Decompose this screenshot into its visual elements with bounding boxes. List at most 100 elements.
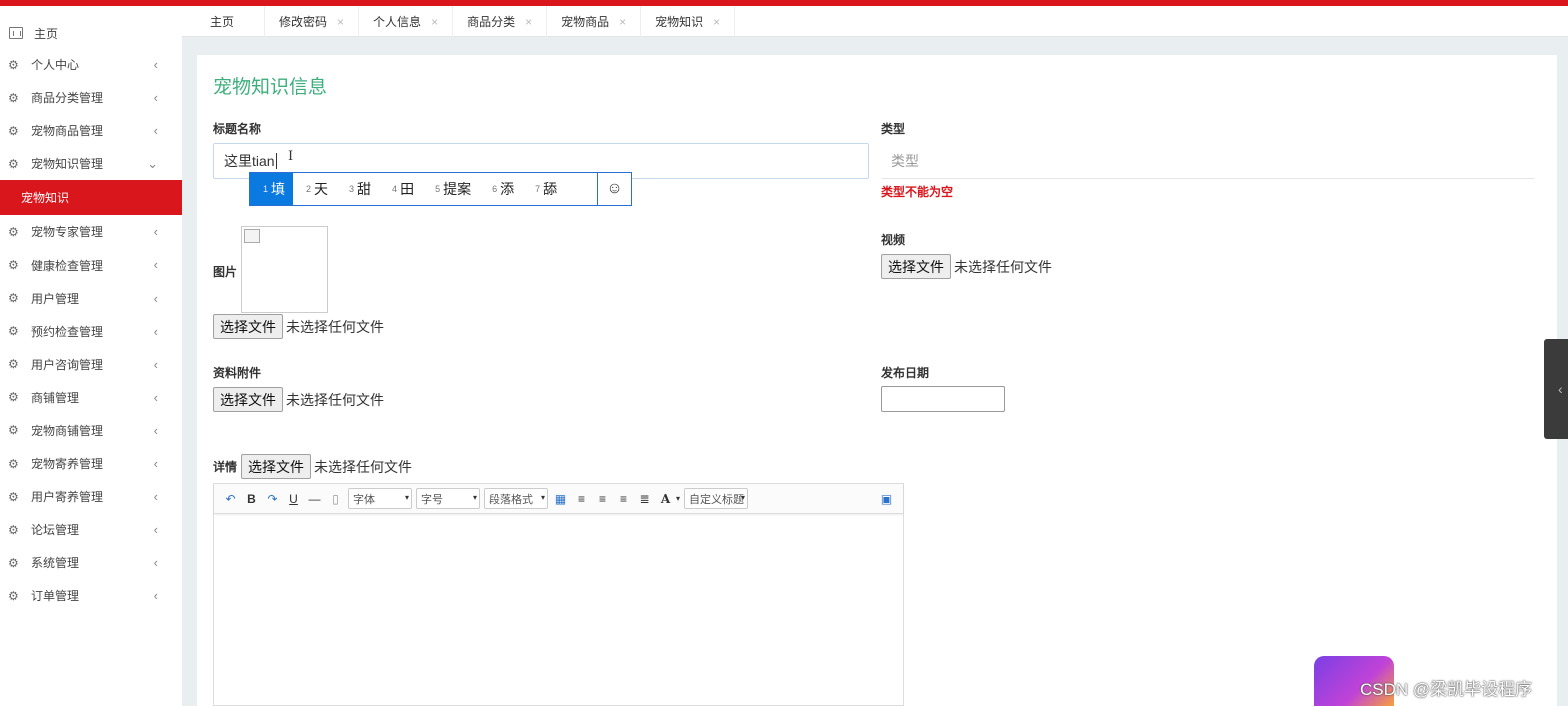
ime-candidate[interactable]: 5 提案 bbox=[422, 173, 479, 205]
sidebar-item-label: 系统管理 bbox=[31, 556, 80, 571]
font-family-select[interactable]: 字体 ▾ bbox=[348, 488, 412, 509]
video-choose-file-button[interactable]: 选择文件 bbox=[881, 254, 951, 279]
emoji-icon[interactable]: ☺ bbox=[597, 173, 631, 205]
paragraph-format-value: 段落格式 bbox=[489, 493, 533, 506]
ime-candidate-text: 田 bbox=[400, 181, 415, 197]
editor-content-area[interactable] bbox=[214, 514, 903, 704]
gear-icon: ⚙ bbox=[8, 456, 19, 471]
ime-candidate-number: 7 bbox=[535, 184, 541, 194]
tab-label: 主页 bbox=[210, 15, 235, 29]
sidebar-item-label: 商铺管理 bbox=[31, 390, 80, 405]
detail-file-status: 未选择任何文件 bbox=[314, 458, 413, 475]
close-icon[interactable]: × bbox=[337, 15, 344, 29]
gear-icon: ⚙ bbox=[8, 90, 19, 105]
tab-6[interactable]: 宠物知识 × bbox=[641, 6, 736, 37]
align-center-icon[interactable]: ≡ bbox=[613, 489, 634, 509]
tab-label: 商品分类 bbox=[467, 15, 516, 29]
ime-candidate[interactable]: 4田 bbox=[379, 173, 422, 205]
sidebar-item-3[interactable]: ⚙ 宠物商品管理 ‹ bbox=[0, 114, 182, 147]
dropdown-arrow-icon: ▾ bbox=[472, 493, 477, 502]
tab-1[interactable]: 主页 bbox=[182, 6, 266, 37]
gear-icon: ⚙ bbox=[8, 555, 19, 570]
side-panel-toggle[interactable]: ‹ bbox=[1544, 339, 1568, 439]
close-icon[interactable]: × bbox=[713, 15, 720, 29]
tab-3[interactable]: 个人信息 × bbox=[359, 6, 454, 37]
sidebar-item-1[interactable]: ⚙ 个人中心 ‹ bbox=[0, 48, 182, 81]
dropdown-arrow-icon: ▾ bbox=[404, 493, 409, 502]
tab-4[interactable]: 商品分类 × bbox=[453, 6, 548, 37]
dropdown-arrow-icon[interactable]: ▾ bbox=[676, 494, 680, 503]
sidebar-item-12[interactable]: ⚙ 宠物商铺管理 ‹ bbox=[0, 414, 182, 447]
text-caret bbox=[275, 153, 277, 169]
sidebar-item-7[interactable]: ⚙ 健康检查管理 ‹ bbox=[0, 248, 182, 281]
sidebar-item-13[interactable]: ⚙ 宠物寄养管理 ‹ bbox=[0, 447, 182, 480]
sidebar-item-6[interactable]: ⚙ 宠物专家管理 ‹ bbox=[0, 215, 182, 248]
sidebar-item-8[interactable]: ⚙ 用户管理 ‹ bbox=[0, 282, 182, 315]
close-icon[interactable]: × bbox=[619, 15, 626, 29]
font-color-icon[interactable]: A bbox=[655, 489, 676, 509]
sidebar-item-16[interactable]: ⚙ 系统管理 ‹ bbox=[0, 546, 182, 579]
chevron-left-icon: ‹ bbox=[153, 356, 158, 372]
ime-candidate[interactable]: 7舔 bbox=[522, 173, 565, 205]
chevron-left-icon: ‹ bbox=[153, 323, 158, 339]
sidebar-item-17[interactable]: ⚙ 订单管理 ‹ bbox=[0, 579, 182, 612]
horizontal-rule-icon[interactable]: — bbox=[304, 489, 325, 509]
gear-icon: ⚙ bbox=[8, 522, 19, 537]
type-input[interactable]: 类型 bbox=[881, 143, 1535, 179]
sidebar-item-5[interactable]: 宠物知识 bbox=[0, 180, 182, 216]
type-label: 类型 bbox=[881, 122, 906, 136]
undo-icon[interactable]: ↶ bbox=[220, 489, 241, 509]
publish-date-label: 发布日期 bbox=[881, 366, 930, 380]
ime-candidate[interactable]: 6添 bbox=[479, 173, 522, 205]
sidebar-item-11[interactable]: ⚙ 商铺管理 ‹ bbox=[0, 381, 182, 414]
align-right-icon[interactable]: ≡ bbox=[592, 489, 613, 509]
sidebar-item-9[interactable]: ⚙ 预约检查管理 ‹ bbox=[0, 315, 182, 348]
close-icon[interactable]: × bbox=[525, 15, 532, 29]
table-icon[interactable]: ▦ bbox=[550, 489, 571, 509]
sidebar: 主页 ⚙ 个人中心 ‹ ⚙ 商品分类管理 ‹ ⚙ 宠物商品管理 ‹ ⚙ 宠物知识管理 ⌄ 宠物知识 ⚙ 宠物… bbox=[0, 6, 182, 706]
image-choose-file-button[interactable]: 选择文件 bbox=[213, 314, 283, 339]
tab-2[interactable]: 修改密码 × bbox=[265, 6, 360, 37]
sidebar-item-label: 论坛管理 bbox=[31, 523, 80, 538]
align-justify-icon[interactable]: ≣ bbox=[634, 489, 655, 509]
underline-icon[interactable]: U bbox=[283, 489, 304, 509]
page-icon[interactable]: ▯ bbox=[325, 489, 346, 509]
align-left-icon[interactable]: ≡ bbox=[571, 489, 592, 509]
publish-date-input[interactable] bbox=[881, 386, 1005, 412]
detail-choose-file-button[interactable]: 选择文件 bbox=[241, 454, 312, 479]
sidebar-item-15[interactable]: ⚙ 论坛管理 ‹ bbox=[0, 513, 182, 546]
ime-candidate-text: 舔 bbox=[543, 181, 558, 197]
tab-5[interactable]: 宠物商品 × bbox=[547, 6, 642, 37]
ime-candidate[interactable]: 2天 bbox=[293, 173, 336, 205]
sidebar-item-label: 宠物寄养管理 bbox=[31, 457, 104, 472]
sidebar-item-home[interactable]: 主页 bbox=[0, 20, 182, 46]
title-name-label: 标题名称 bbox=[213, 122, 262, 136]
bold-icon[interactable]: B bbox=[241, 489, 262, 509]
image-preview bbox=[241, 226, 328, 313]
ime-candidate-number: 1 bbox=[263, 184, 269, 194]
custom-title-select[interactable]: 自定义标题 ▾ bbox=[684, 488, 749, 509]
paragraph-format-select[interactable]: 段落格式 ▾ bbox=[484, 488, 548, 509]
sidebar-item-2[interactable]: ⚙ 商品分类管理 ‹ bbox=[0, 81, 182, 114]
attachment-choose-file-button[interactable]: 选择文件 bbox=[213, 387, 283, 412]
font-size-select[interactable]: 字号 ▾ bbox=[416, 488, 480, 509]
chevron-left-icon: ‹ bbox=[153, 123, 158, 139]
chevron-left-icon: ‹ bbox=[153, 290, 158, 306]
fullscreen-icon[interactable]: ▣ bbox=[876, 489, 897, 509]
page-title: 宠物知识信息 bbox=[213, 77, 328, 98]
sidebar-item-10[interactable]: ⚙ 用户咨询管理 ‹ bbox=[0, 348, 182, 381]
redo-icon[interactable]: ↷ bbox=[262, 489, 283, 509]
ime-candidate[interactable]: 1填 bbox=[250, 173, 294, 205]
close-icon[interactable]: × bbox=[431, 15, 438, 29]
chevron-left-icon: ‹ bbox=[153, 57, 158, 72]
sidebar-item-4[interactable]: ⚙ 宠物知识管理 ⌄ bbox=[0, 147, 182, 180]
ime-candidate-text: 填 bbox=[271, 181, 286, 197]
sidebar-item-label: 宠物商铺管理 bbox=[31, 423, 104, 438]
ime-candidate[interactable]: 3甜 bbox=[336, 173, 379, 205]
sidebar-item-14[interactable]: ⚙ 用户寄养管理 ‹ bbox=[0, 480, 182, 513]
tab-label: 修改密码 bbox=[279, 15, 328, 29]
image-file-picker: 选择文件 未选择任何文件 bbox=[213, 314, 384, 339]
sidebar-item-label: 健康检查管理 bbox=[31, 258, 104, 273]
sidebar-menu: ⚙ 个人中心 ‹ ⚙ 商品分类管理 ‹ ⚙ 宠物商品管理 ‹ ⚙ 宠物知识管理 ⌄ 宠物知识 ⚙ 宠物专家管… bbox=[0, 48, 182, 613]
rich-text-editor: ↶ B ↷ U — ▯ 字体 ▾ 字号 ▾ 段落格式 ▾ ▦ ≡ ≡ ≡ ≣ A ▾ … bbox=[213, 483, 904, 706]
